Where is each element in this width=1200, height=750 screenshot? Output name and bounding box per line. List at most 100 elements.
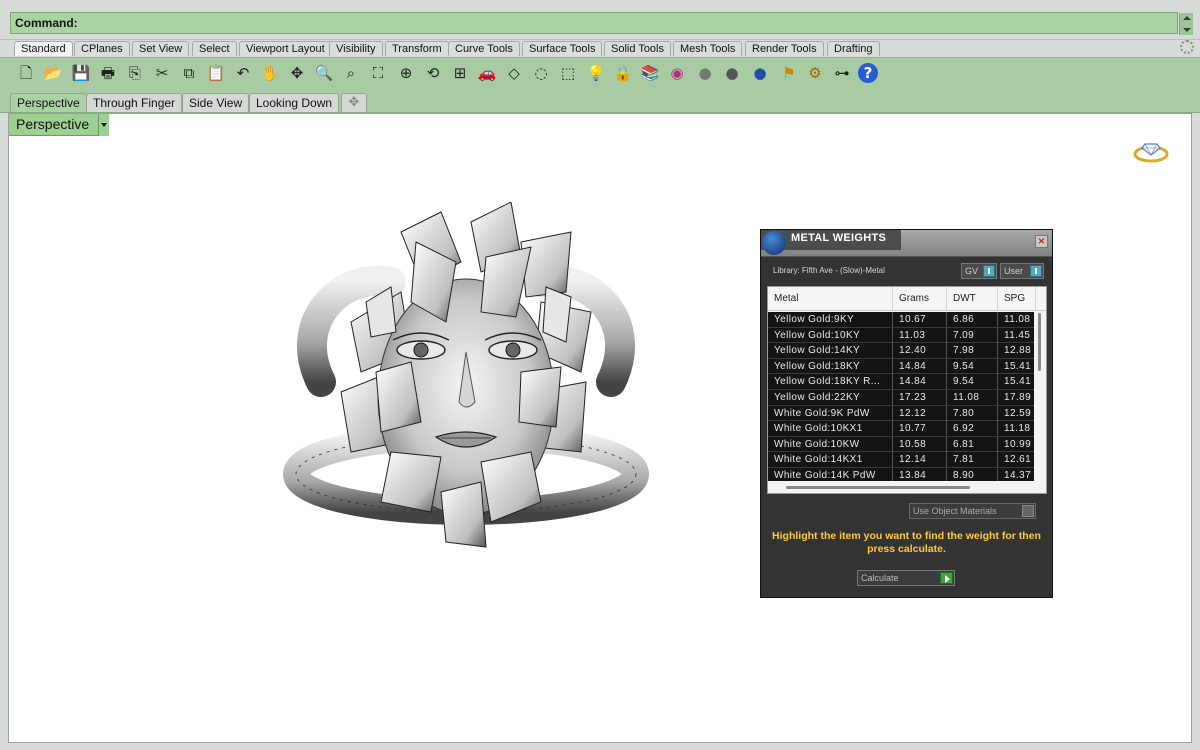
metal-cell: Yellow Gold:18KY R... (768, 374, 893, 390)
network-icon[interactable]: ⊶ (831, 62, 853, 84)
panel-header: METAL WEIGHTS × (761, 230, 1052, 257)
select-icon[interactable]: ⬚ (557, 62, 579, 84)
zoom-extents-icon[interactable]: ⛶ (367, 62, 389, 84)
zoom-icon[interactable]: 🔍 (313, 62, 335, 84)
tab-viewport-layout[interactable]: Viewport Layout (239, 41, 332, 56)
table-row[interactable]: White Gold:10KW 10.58 6.81 10.99 (768, 436, 1036, 453)
grams-cell: 10.77 (893, 421, 947, 437)
hide-icon[interactable]: ◇ (503, 62, 525, 84)
metal-cell: Yellow Gold:14KY (768, 343, 893, 359)
use-object-materials-select[interactable]: Use Object Materials (909, 503, 1036, 519)
spg-cell: 12.61 (998, 452, 1036, 468)
command-history-scroll[interactable] (1179, 13, 1193, 35)
use-object-materials-button[interactable] (1022, 505, 1034, 517)
settings-icon[interactable]: ⚙ (804, 62, 826, 84)
vtab-perspective[interactable]: Perspective (10, 93, 87, 112)
spg-cell: 11.18 (998, 421, 1036, 437)
zoom-selected-icon[interactable]: ⊕ (395, 62, 417, 84)
spg-cell: 11.08 (998, 312, 1036, 327)
tab-render-tools[interactable]: Render Tools (745, 41, 824, 56)
blue-sphere-icon[interactable]: ● (749, 62, 771, 84)
calculate-button[interactable] (940, 572, 953, 584)
table-row[interactable]: Yellow Gold:22KY 17.23 11.08 17.89 (768, 389, 1036, 406)
user-select[interactable]: User (1000, 263, 1044, 279)
light-icon[interactable]: 💡 (585, 62, 607, 84)
table-horizontal-scrollbar[interactable] (768, 481, 1036, 493)
pan-icon[interactable]: ✋ (259, 62, 281, 84)
spg-cell: 15.41 (998, 358, 1036, 374)
tab-curve-tools[interactable]: Curve Tools (448, 41, 520, 56)
metal-weights-panel: METAL WEIGHTS × Library: Fifth Ave - (Sl… (760, 229, 1053, 598)
table-row[interactable]: Yellow Gold:18KY R... 14.84 9.54 15.41 (768, 374, 1036, 390)
open-icon[interactable]: 📂 (42, 62, 64, 84)
vtab-side-view[interactable]: Side View (182, 93, 250, 112)
show-icon[interactable]: ◌ (530, 62, 552, 84)
layers-icon[interactable]: 📚 (639, 62, 661, 84)
table-row[interactable]: Yellow Gold:10KY 11.03 7.09 11.45 (768, 327, 1036, 344)
table-vertical-scrollbar[interactable] (1034, 311, 1046, 481)
toolbar-settings-icon[interactable] (1180, 40, 1194, 54)
save-icon[interactable]: 💾 (70, 62, 92, 84)
move-view-icon[interactable]: ✥ (286, 62, 308, 84)
spg-cell: 12.59 (998, 405, 1036, 421)
grams-cell: 17.23 (893, 389, 947, 405)
user-select-button[interactable] (1030, 265, 1042, 277)
rendered-sphere-icon[interactable]: ● (721, 62, 743, 84)
command-label: Command: (15, 16, 78, 30)
tab-select[interactable]: Select (192, 41, 237, 56)
face-ring-model[interactable] (281, 202, 651, 562)
vtab-through-finger[interactable]: Through Finger (86, 93, 183, 112)
paste-icon[interactable]: 📋 (205, 62, 227, 84)
copy-to-clipboard-icon[interactable]: ⎘ (124, 62, 146, 84)
new-icon[interactable]: 🗋 (15, 62, 37, 84)
color-wheel-icon[interactable]: ◉ (666, 62, 688, 84)
rotate-view-icon[interactable]: ⟲ (422, 62, 444, 84)
viewport-menu-dropdown[interactable] (98, 114, 109, 136)
add-viewport-tab-button[interactable]: ✥ (341, 93, 367, 112)
command-input[interactable]: Command: (10, 12, 1193, 35)
tab-transform[interactable]: Transform (385, 41, 449, 56)
tab-cplanes[interactable]: CPlanes (74, 41, 130, 56)
vtab-looking-down[interactable]: Looking Down (249, 93, 340, 112)
car-icon[interactable]: 🚗 (476, 62, 498, 84)
table-row[interactable]: Yellow Gold:9KY 10.67 6.86 11.08 (768, 312, 1036, 328)
render-sphere-icon[interactable]: ● (694, 62, 716, 84)
metal-cell: White Gold:10KX1 (768, 421, 893, 437)
tab-drafting[interactable]: Drafting (827, 41, 880, 56)
dwt-cell: 11.08 (947, 389, 998, 405)
gv-select-button[interactable] (983, 265, 995, 277)
table-row[interactable]: Yellow Gold:18KY 14.84 9.54 15.41 (768, 358, 1036, 375)
dwt-cell: 6.92 (947, 421, 998, 437)
dwt-cell: 7.09 (947, 327, 998, 343)
tab-surface-tools[interactable]: Surface Tools (522, 41, 603, 56)
column-spg[interactable]: SPG (998, 287, 1036, 311)
close-icon[interactable]: × (1035, 235, 1048, 248)
zoom-window-icon[interactable]: ⌕ (340, 62, 362, 84)
undo-icon[interactable]: ↶ (232, 62, 254, 84)
table-row[interactable]: White Gold:14KX1 12.14 7.81 12.61 (768, 452, 1036, 468)
table-row[interactable]: White Gold:9K PdW 12.12 7.80 12.59 (768, 405, 1036, 422)
tab-visibility[interactable]: Visibility (329, 41, 383, 56)
table-row[interactable]: White Gold:10KX1 10.77 6.92 11.18 (768, 421, 1036, 437)
four-viewports-icon[interactable]: ⊞ (449, 62, 471, 84)
copy-icon[interactable]: ⧉ (178, 62, 200, 84)
cut-icon[interactable]: ✂ (151, 62, 173, 84)
library-label: Library: Fifth Ave - (Slow)-Metal (773, 266, 885, 275)
tab-solid-tools[interactable]: Solid Tools (604, 41, 671, 56)
column-metal[interactable]: Metal (768, 287, 893, 311)
column-grams[interactable]: Grams (893, 287, 947, 311)
flag-icon[interactable]: ⚑ (778, 62, 800, 84)
tab-set-view[interactable]: Set View (132, 41, 190, 56)
print-icon[interactable]: 🖶 (97, 62, 119, 84)
calculate-select[interactable]: Calculate (857, 570, 955, 586)
column-dwt[interactable]: DWT (947, 287, 998, 311)
tab-mesh-tools[interactable]: Mesh Tools (673, 41, 743, 56)
lock-icon[interactable]: 🔒 (612, 62, 634, 84)
table-row[interactable]: Yellow Gold:14KY 12.40 7.98 12.88 (768, 343, 1036, 359)
viewport-title[interactable]: Perspective (9, 114, 109, 136)
tab-standard[interactable]: Standard (14, 41, 73, 56)
gv-select[interactable]: GV (961, 263, 997, 279)
dwt-cell: 6.81 (947, 436, 998, 452)
help-icon[interactable]: ? (858, 63, 878, 83)
metal-cell: White Gold:9K PdW (768, 405, 893, 421)
